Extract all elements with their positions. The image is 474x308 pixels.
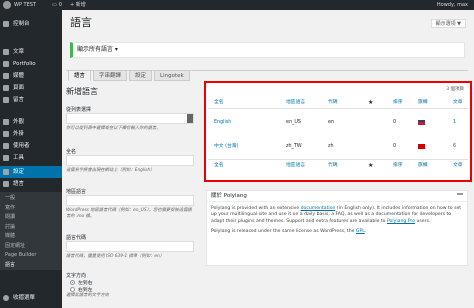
locale-input[interactable] <box>66 195 194 206</box>
tab-bar: 語言 字串翻譯 設定 Lingotek <box>68 70 190 81</box>
locale-description: WordPress 地區語言代碼（例如：en_US）。您也需要安裝這個語言的 .… <box>66 208 192 219</box>
code-input[interactable] <box>66 241 194 252</box>
comments-count[interactable]: ▭ 0 <box>52 0 62 10</box>
users-icon <box>3 143 9 149</box>
default-star-icon: ★ <box>368 99 374 106</box>
settings-icon <box>3 169 9 175</box>
collapse-icon <box>3 295 9 301</box>
flag-tw-icon <box>418 144 425 149</box>
collapse-toggle-icon[interactable] <box>457 193 463 199</box>
sidebar-item-10[interactable]: 設定 <box>0 166 62 178</box>
admin-sidebar: 一般 寫作 閱讀 討論 媒體 固定網址 Page Builder 語言 控制台 文章 Portfo… <box>0 10 62 308</box>
media-icon <box>3 73 9 79</box>
sidebar-item-4[interactable]: 頁面 <box>0 82 62 94</box>
collapse-menu-button[interactable]: 收摺選單 <box>0 292 62 304</box>
page-title: 語言 <box>70 16 92 29</box>
tab-divider <box>66 70 468 71</box>
direction-label: 文字方向 <box>66 273 87 279</box>
table-row: 中文 (台灣) zh_TW zh 0 6 <box>214 144 457 149</box>
direction-rtl-radio[interactable]: 右到左 <box>70 286 92 293</box>
language-switcher[interactable]: 顯示所有語言 ▾ <box>70 42 465 58</box>
radio-selected-icon <box>70 280 75 285</box>
submenu-item-2[interactable]: 閱讀 <box>0 212 62 222</box>
direction-ltr-radio[interactable]: 左到右 <box>70 279 92 286</box>
full-name-description: 這個名字將會出現在網站上（例如：English） <box>66 168 155 173</box>
add-language-form: 新增語言 從列表選擇 你可以從列表中選擇或在以下欄位輸入你的語言。 全名 這個名… <box>66 86 194 308</box>
locale-label: 地區語言 <box>66 189 87 195</box>
appearance-icon <box>3 119 9 125</box>
submenu-item-6[interactable]: Page Builder <box>0 250 62 260</box>
new-content-link[interactable]: + 新增 <box>70 0 86 10</box>
tab-2[interactable]: 設定 <box>129 70 153 81</box>
dashboard-icon <box>3 21 9 27</box>
tab-1[interactable]: 字串翻譯 <box>93 70 128 81</box>
about-title: 關於 Polylang <box>207 191 467 202</box>
submenu-item-0[interactable]: 一般 <box>0 193 62 203</box>
form-title: 新增語言 <box>66 87 98 96</box>
documentation-link[interactable]: documentation <box>301 206 336 211</box>
main-content: 語言 顯示選項 ▼ 顯示所有語言 ▾ 語言 字串翻譯 設定 Lingotek 新增語言… <box>62 10 474 308</box>
sidebar-item-3[interactable]: 媒體 <box>0 70 62 82</box>
sidebar-item-9[interactable]: 工具 <box>0 152 62 164</box>
choose-description: 你可以從列表中選擇或在以下欄位輸入你的語言。 <box>66 126 161 131</box>
submenu-item-1[interactable]: 寫作 <box>0 203 62 213</box>
submenu-item-7[interactable]: 語言 <box>0 260 62 270</box>
full-name-input[interactable] <box>66 155 194 166</box>
sidebar-item-7[interactable]: 外掛 <box>0 128 62 140</box>
item-count: 3 個項目 <box>446 87 464 92</box>
sidebar-item-2[interactable]: Portfolio <box>0 58 62 70</box>
sidebar-item-11[interactable]: 語言 <box>0 178 62 190</box>
languages-table: 3 個項目 全名 地區語言 代碼 ★ 排序 旗幟 文章 English en_US en 0 1 中文 … <box>204 81 472 182</box>
gpl-link[interactable]: GPL <box>356 229 365 234</box>
sidebar-item-8[interactable]: 使用者 <box>0 140 62 152</box>
settings-submenu: 一般 寫作 閱讀 討論 媒體 固定網址 Page Builder 語言 <box>0 192 62 270</box>
table-row: English en_US en 0 1 <box>214 120 457 125</box>
table-header-row: 全名 地區語言 代碼 ★ 排序 旗幟 文章 <box>208 97 468 109</box>
sidebar-item-5[interactable]: 留言 <box>0 94 62 106</box>
portfolio-icon <box>3 61 9 67</box>
direction-description: 選擇此語言的文字方向 <box>66 293 109 298</box>
wordpress-logo-icon[interactable] <box>3 1 11 9</box>
table-footer-row: 全名 地區語言 代碼 ★ 排序 旗幟 文章 <box>208 159 468 171</box>
page-icon <box>3 85 9 91</box>
admin-bar: WP TEST ▭ 0 + 新增 Howdy, max <box>0 0 474 10</box>
about-polylang-box: 關於 Polylang Polylang is provided with an… <box>206 190 468 266</box>
tools-icon <box>3 155 9 161</box>
submenu-item-5[interactable]: 固定網址 <box>0 241 62 251</box>
comment-icon: ▭ <box>52 2 57 8</box>
default-star-icon: ★ <box>368 162 374 169</box>
submenu-item-4[interactable]: 媒體 <box>0 231 62 241</box>
about-paragraph-2: Polylang is released under the same lice… <box>211 229 367 235</box>
language-icon <box>3 181 9 187</box>
screen-options-button[interactable]: 顯示選項 ▼ <box>430 19 466 28</box>
sidebar-item-6[interactable]: 外觀 <box>0 116 62 128</box>
sidebar-item-1[interactable]: 文章 <box>0 46 62 58</box>
choose-label: 從列表選擇 <box>66 107 92 113</box>
tab-3[interactable]: Lingotek <box>154 70 190 81</box>
chevron-down-icon <box>187 114 193 123</box>
flag-us-icon <box>418 120 425 125</box>
plugin-icon <box>3 131 9 137</box>
submenu-item-3[interactable]: 討論 <box>0 222 62 232</box>
radio-icon <box>70 287 75 292</box>
user-menu[interactable]: Howdy, max <box>437 0 468 10</box>
pin-icon <box>3 49 9 55</box>
language-select[interactable] <box>66 113 194 124</box>
site-name-link[interactable]: WP TEST <box>14 0 36 10</box>
tab-0[interactable]: 語言 <box>68 70 92 81</box>
code-description: 語言代碼，儘量使用 ISO 639-1 標準（例如：en） <box>66 254 165 259</box>
full-name-label: 全名 <box>66 149 77 155</box>
comment-icon <box>3 97 9 103</box>
code-label: 語言代碼 <box>66 235 87 241</box>
polylang-pro-link[interactable]: Polylang Pro <box>387 219 415 224</box>
sidebar-item-0[interactable]: 控制台 <box>0 18 62 30</box>
about-paragraph-1: Polylang is provided with an extensive d… <box>211 206 462 224</box>
